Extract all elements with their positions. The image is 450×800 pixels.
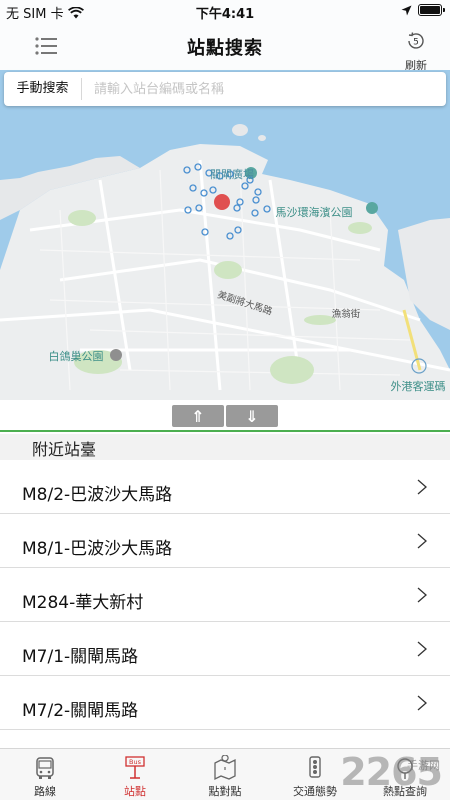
map-view[interactable]: 關閘廣場 馬沙環海濱公園 美副將大馬路 漁翁街 白鴿巢公園 外港客運碼: [0, 70, 450, 400]
stop-list: M8/2-巴波沙大馬路 M8/1-巴波沙大馬路 M284-華大新村 M7/1-關…: [0, 460, 450, 730]
status-time: 下午4:41: [195, 7, 255, 22]
traffic-light-icon: [309, 756, 321, 778]
chevron-right-icon: [417, 695, 427, 711]
list-item[interactable]: M7/1-關閘馬路: [0, 622, 450, 676]
watermark-subtext: 手游网: [407, 759, 440, 772]
list-item[interactable]: M284-華大新村: [0, 568, 450, 622]
svg-text:漁翁街: 漁翁街: [332, 308, 361, 320]
location-arrow-icon: [401, 5, 412, 15]
battery-icon: [418, 4, 445, 16]
nearby-section-header: 附近站臺: [0, 434, 450, 460]
status-bar: 无 SIM 卡 下午4:41: [0, 0, 450, 22]
list-item[interactable]: M7/2-關閘馬路: [0, 676, 450, 730]
refresh-icon: 5: [408, 32, 424, 49]
chevron-right-icon: [417, 533, 427, 549]
tab-label: 點對點: [208, 785, 242, 798]
chevron-right-icon: [417, 641, 427, 657]
stop-label: M284-華大新村: [22, 593, 144, 613]
chevron-right-icon: [417, 587, 427, 603]
page-title: 站點搜索: [187, 38, 263, 59]
stop-label: M8/1-巴波沙大馬路: [22, 539, 173, 559]
tab-stops[interactable]: Bus 站點: [90, 749, 180, 800]
svg-text:Bus: Bus: [129, 758, 142, 766]
tab-point-to-point[interactable]: 點對點: [180, 749, 270, 800]
stop-search-input[interactable]: [82, 74, 446, 104]
tab-routes[interactable]: 路線: [0, 749, 90, 800]
svg-text:外港客運碼: 外港客運碼: [391, 379, 446, 393]
map-resize-bar: ⇑ ⇓: [0, 400, 450, 432]
bus-icon: [36, 757, 54, 779]
section-title: 附近站臺: [32, 440, 97, 459]
svg-text:馬沙環海濱公園: 馬沙環海濱公園: [276, 205, 353, 219]
stop-label: M7/2-關閘馬路: [22, 701, 139, 721]
current-location-marker: [214, 194, 230, 210]
manual-search-button[interactable]: 手動搜索: [4, 78, 82, 100]
search-bar: 手動搜索: [4, 72, 446, 106]
stop-label: M7/1-關閘馬路: [22, 647, 139, 667]
map-canvas: 關閘廣場 馬沙環海濱公園 美副將大馬路 漁翁街 白鴿巢公園 外港客運碼: [0, 124, 450, 400]
tab-label: 站點: [124, 785, 146, 798]
chevron-right-icon: [417, 479, 427, 495]
map-route-icon: [214, 755, 236, 781]
refresh-button[interactable]: 5 刷新: [400, 30, 432, 73]
svg-text:白鴿巢公園: 白鴿巢公園: [49, 349, 104, 363]
list-item[interactable]: M8/2-巴波沙大馬路: [0, 460, 450, 514]
tab-label: 路線: [34, 785, 56, 798]
refresh-count: 5: [413, 38, 419, 48]
stop-label: M8/2-巴波沙大馬路: [22, 485, 173, 505]
expand-up-button[interactable]: ⇑: [172, 405, 224, 427]
list-item[interactable]: M8/1-巴波沙大馬路: [0, 514, 450, 568]
status-right: [401, 4, 445, 16]
collapse-down-button[interactable]: ⇓: [226, 405, 278, 427]
bus-stop-icon: Bus: [125, 756, 145, 779]
nav-header: 站點搜索 5 刷新: [0, 22, 450, 73]
svg-text:關閘廣場: 關閘廣場: [210, 167, 254, 181]
